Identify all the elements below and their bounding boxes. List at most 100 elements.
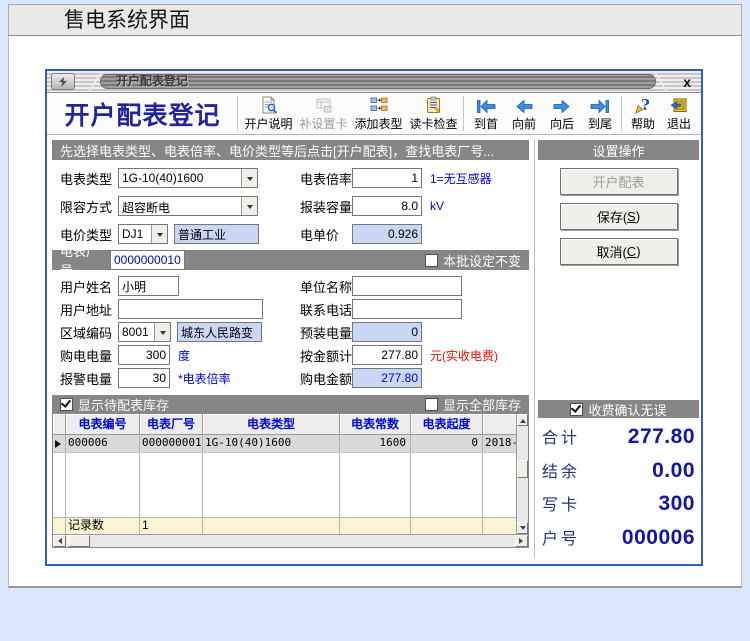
alarm-qty-input[interactable] bbox=[118, 368, 170, 388]
address-label: 用户地址 bbox=[52, 300, 118, 319]
add-meter-type-button[interactable]: 添加表型 bbox=[351, 93, 406, 134]
total-sum-value: 277.80 bbox=[628, 425, 695, 449]
meter-type-label: 电表类型 bbox=[52, 169, 118, 188]
address-input[interactable] bbox=[118, 299, 263, 319]
open-account-info-button[interactable]: 开户说明 bbox=[241, 93, 296, 134]
capacity-note: kV bbox=[430, 199, 444, 213]
cell-start-reading: 0 bbox=[411, 435, 483, 452]
col-extra bbox=[483, 414, 516, 435]
capacity-input[interactable] bbox=[352, 196, 422, 216]
setup-card-icon bbox=[314, 96, 334, 118]
help-button[interactable]: ? 帮助 bbox=[625, 93, 661, 134]
total-account-no-value: 000006 bbox=[622, 526, 695, 550]
exit-button[interactable]: 退出 bbox=[661, 93, 697, 134]
factory-no-input[interactable] bbox=[110, 250, 185, 270]
table-empty-area bbox=[53, 453, 516, 517]
row-selector-icon bbox=[53, 435, 66, 452]
phone-label: 联系电话 bbox=[300, 300, 352, 319]
phone-input[interactable] bbox=[352, 299, 462, 319]
ratio-label: 电表倍率 bbox=[300, 169, 352, 188]
scroll-left-button[interactable] bbox=[53, 535, 66, 547]
chevron-down-icon[interactable] bbox=[151, 225, 167, 243]
table-row[interactable]: 000006 0000000010 1G-10(40)1600 1600 0 2… bbox=[53, 435, 516, 453]
toolbar: 开户配表登记 开户说明 bbox=[47, 93, 701, 135]
horizontal-scroll-thumb[interactable] bbox=[68, 535, 90, 547]
total-row-account-no: 户号 000006 bbox=[542, 525, 695, 550]
go-first-button[interactable]: 到首 bbox=[467, 93, 505, 134]
toolbar-heading: 开户配表登记 bbox=[50, 93, 235, 134]
toolbar-separator bbox=[463, 96, 465, 131]
arrow-prev-icon bbox=[513, 98, 535, 118]
row-selector-header bbox=[53, 414, 66, 435]
totals-list: 合计 277.80 结余 0.00 写卡 300 bbox=[538, 418, 699, 554]
fee-summary-section: 收费确认无误 合计 277.80 结余 0.00 bbox=[538, 400, 699, 554]
by-amount-input[interactable] bbox=[352, 345, 422, 365]
col-meter-type[interactable]: 电表类型 bbox=[203, 414, 340, 435]
app-icon bbox=[51, 73, 75, 90]
cell-date: 2018- bbox=[483, 435, 516, 452]
page: 售电系统界面 开户配表登记 x 开户配表登记 bbox=[0, 4, 750, 588]
arrow-first-icon bbox=[475, 98, 497, 118]
preload-field bbox=[352, 322, 422, 342]
col-constant[interactable]: 电表常数 bbox=[340, 414, 411, 435]
cell-constant: 1600 bbox=[340, 435, 411, 452]
form-row-purchase-qty: 购电电量 度 按金额计 元(实收电费) bbox=[52, 345, 529, 365]
batch-fixed-label: 本批设定不变 bbox=[443, 251, 521, 270]
purchase-qty-note: 度 bbox=[178, 347, 190, 364]
dialog-titlebar[interactable]: 开户配表登记 x bbox=[47, 71, 701, 93]
read-card-check-button[interactable]: 读卡检查 bbox=[406, 93, 461, 134]
side-panel: 设置操作 开户配表 保存(S) 取消(C) 收费确认无误 bbox=[538, 135, 699, 562]
total-row-sum: 合计 277.80 bbox=[542, 424, 695, 449]
scroll-up-button[interactable] bbox=[517, 414, 528, 426]
toolbar-separator bbox=[237, 96, 239, 131]
doc-search-icon bbox=[259, 96, 279, 118]
ratio-input[interactable] bbox=[352, 168, 422, 188]
scroll-down-button[interactable] bbox=[517, 522, 528, 534]
close-button[interactable]: x bbox=[677, 72, 697, 92]
purchase-qty-input[interactable] bbox=[118, 345, 170, 365]
exit-icon bbox=[669, 96, 689, 118]
col-factory-no[interactable]: 电表厂号 bbox=[140, 414, 203, 435]
save-button[interactable]: 保存(S) bbox=[560, 203, 678, 230]
limit-mode-select[interactable]: 超容断电 bbox=[118, 196, 258, 216]
horizontal-scrollbar[interactable] bbox=[53, 534, 528, 547]
show-all-stock-checkbox[interactable] bbox=[425, 398, 438, 411]
unit-name-input[interactable] bbox=[352, 276, 462, 296]
form-row-area-code: 区域编码 8001 预装电量 bbox=[52, 322, 529, 342]
table-header-row: 电表编号 电表厂号 电表类型 电表常数 电表起度 bbox=[53, 414, 516, 435]
purchase-amount-label: 购电金额 bbox=[300, 369, 352, 388]
by-amount-note: 元(实收电费) bbox=[430, 347, 498, 364]
chevron-down-icon[interactable] bbox=[241, 197, 257, 215]
add-meter-type-icon bbox=[369, 96, 389, 118]
batch-fixed-checkbox[interactable] bbox=[425, 254, 438, 267]
unit-price-field bbox=[352, 224, 422, 244]
go-last-button[interactable]: 到尾 bbox=[581, 93, 619, 134]
purchase-amount-field bbox=[352, 368, 422, 388]
show-pending-stock-checkbox[interactable] bbox=[60, 398, 73, 411]
meter-type-select[interactable]: 1G-10(40)1600 bbox=[118, 168, 258, 188]
unit-price-label: 电单价 bbox=[300, 225, 352, 244]
vertical-scroll-thumb[interactable] bbox=[517, 460, 528, 478]
form-row-user-name: 用户姓名 单位名称 bbox=[52, 276, 529, 296]
show-pending-stock-label: 显示待配表库存 bbox=[78, 395, 169, 414]
fee-confirm-checkbox[interactable] bbox=[570, 403, 583, 416]
form-row-address: 用户地址 联系电话 bbox=[52, 299, 529, 319]
go-next-button[interactable]: 向后 bbox=[543, 93, 581, 134]
scroll-right-button[interactable] bbox=[515, 535, 528, 547]
go-prev-button[interactable]: 向前 bbox=[505, 93, 543, 134]
chevron-down-icon[interactable] bbox=[154, 323, 170, 341]
area-name-field bbox=[177, 322, 262, 342]
col-meter-no[interactable]: 电表编号 bbox=[66, 414, 140, 435]
user-name-input[interactable] bbox=[118, 276, 179, 296]
vertical-scrollbar[interactable] bbox=[516, 414, 528, 534]
chevron-down-icon[interactable] bbox=[241, 169, 257, 187]
price-type-select[interactable]: DJ1 bbox=[118, 224, 168, 244]
preload-label: 预装电量 bbox=[300, 323, 352, 342]
svg-text:?: ? bbox=[641, 96, 650, 114]
col-start-reading[interactable]: 电表起度 bbox=[411, 414, 483, 435]
form-row-limit-mode: 限容方式 超容断电 报装容量 kV bbox=[52, 196, 529, 216]
stock-filter-bar: 显示待配表库存 显示全部库存 bbox=[52, 395, 529, 413]
unit-name-label: 单位名称 bbox=[300, 277, 352, 296]
cancel-button[interactable]: 取消(C) bbox=[560, 238, 678, 265]
area-code-select[interactable]: 8001 bbox=[118, 322, 171, 342]
